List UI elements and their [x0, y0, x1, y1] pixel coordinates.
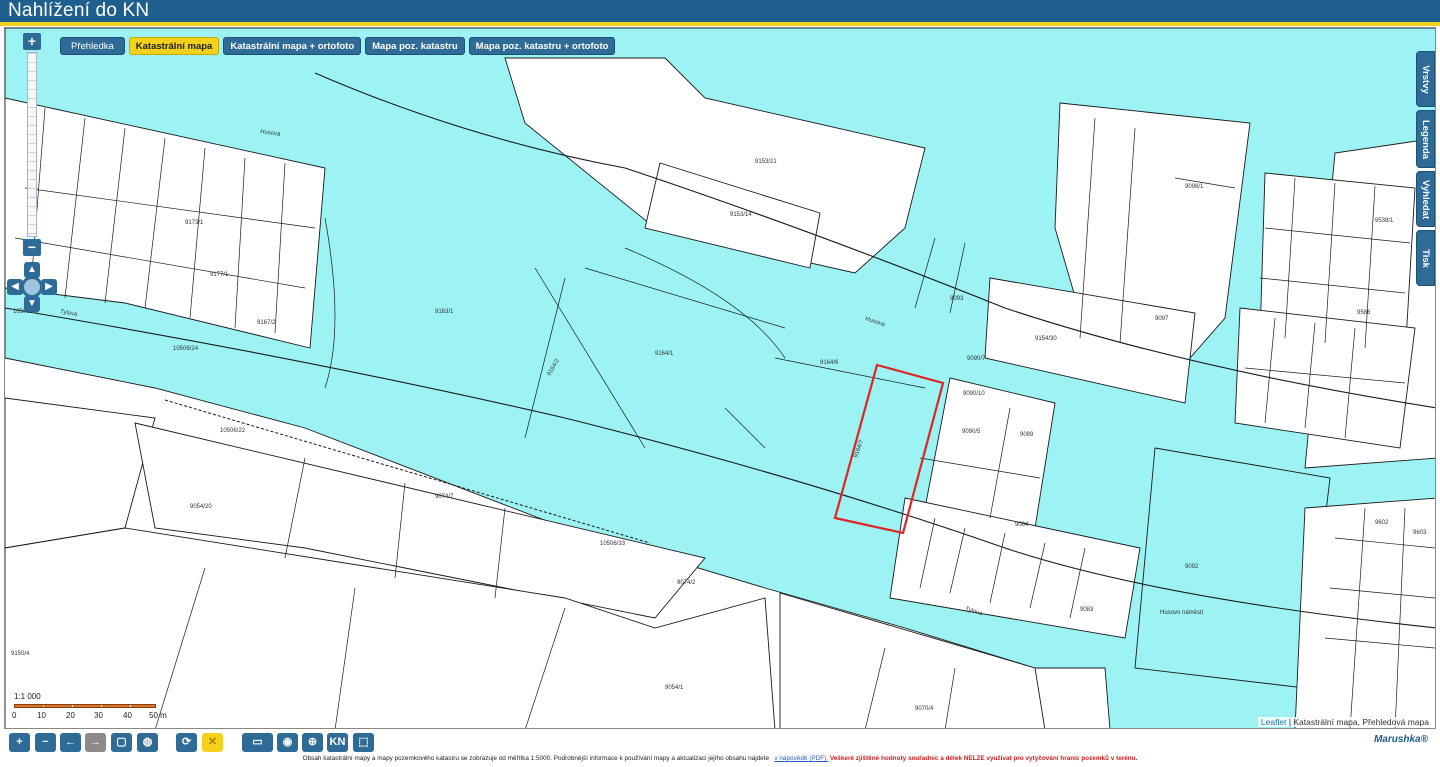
parcel-number: 9074/7	[435, 494, 454, 500]
tab-katastralni-mapa-ortofoto[interactable]: Katastrální mapa + ortofoto	[223, 37, 362, 55]
scale-label: 10	[37, 711, 46, 720]
parcel-number: 9054/20	[190, 504, 212, 510]
parcel-number: 9173/1	[185, 220, 204, 226]
app-root: Nahlížení do KN Husova Husova Tylova Tyl…	[0, 0, 1440, 767]
tab-mapa-poz-katastru-ortofoto[interactable]: Mapa poz. katastru + ortofoto	[468, 37, 616, 55]
parcel-number: 9177/1	[210, 272, 229, 278]
parcel-number: 9090/7	[967, 356, 986, 362]
parcel-number: 9538/1	[1375, 218, 1394, 224]
marushka-logo: Marushka®	[1373, 734, 1428, 745]
parcel-number: 9098/1	[1185, 184, 1204, 190]
map-attribution: Leaflet | Katastrální mapa, Přehledová m…	[1257, 717, 1432, 727]
select-area-button[interactable]: ⬚	[353, 733, 374, 752]
crosshair-button[interactable]: ⊕	[302, 733, 323, 752]
scale-label: 50 m	[149, 711, 167, 720]
parcel-number: 9602	[1375, 520, 1389, 526]
parcel-number: 9092	[1185, 564, 1199, 570]
zoom-in-button[interactable]: +	[23, 33, 41, 50]
parcel-number: 10506/22	[220, 428, 246, 434]
parcel-block-bottom-mid	[1034, 667, 1111, 728]
parcel-number: 9154/30	[1035, 336, 1057, 342]
parcel-number: 9603	[1413, 530, 1427, 536]
parcel-block-south-west	[5, 397, 156, 549]
measure-tool-button[interactable]: ▭	[242, 733, 273, 752]
zoom-slider[interactable]	[27, 52, 37, 237]
side-panel-tabs: Vrstvy Legenda Vyhledat Tisk	[1416, 51, 1435, 289]
parcel-block-east-mid	[1234, 307, 1416, 449]
parcel-number: 9090/10	[963, 391, 985, 397]
parcel-number: 9164/6	[820, 360, 839, 366]
parcel-number: 9167/2	[257, 320, 276, 326]
header-accent-stripe	[0, 22, 1440, 26]
pan-center-icon[interactable]	[21, 276, 43, 298]
zoom-out-button[interactable]: −	[23, 239, 41, 256]
parcel-number: 9054/1	[665, 685, 684, 691]
tab-tisk[interactable]: Tisk	[1416, 230, 1435, 286]
cadastral-map[interactable]: Husova Husova Tylova Tylova Husovo náměs…	[5, 28, 1436, 729]
parcel-number: 9083	[1080, 607, 1094, 613]
bottom-toolbar: + − ← → ▢ ◍ ⟳ ✕ ▭ ◉ ⊕ KN ⬚ Marushka® Obs…	[0, 729, 1440, 767]
parcel-number: 9097	[1155, 316, 1169, 322]
attribution-text: | Katastrální mapa, Přehledová mapa	[1288, 717, 1429, 727]
parcel-number: 9084	[1015, 522, 1029, 528]
parcel-number: 10506/24	[173, 346, 199, 352]
parcel-number: 9163/1	[435, 309, 454, 315]
parcel-number: 9070/4	[915, 706, 934, 712]
zoom-control: + −	[22, 33, 42, 256]
zoom-out-tool-button[interactable]: −	[35, 733, 56, 752]
leaflet-link[interactable]: Leaflet	[1261, 717, 1287, 727]
zoom-rectangle-button[interactable]: ▢	[111, 733, 132, 752]
back-arrow-button[interactable]: ←	[60, 733, 81, 752]
parcel-number: 9586	[1357, 310, 1371, 316]
pan-control: ▲ ◀ ▶ ▼	[7, 262, 57, 312]
refresh-button[interactable]: ⟳	[176, 733, 197, 752]
parcel-number: 9153/14	[730, 212, 752, 218]
pan-right-icon[interactable]: ▶	[41, 279, 57, 295]
scale-label: 20	[66, 711, 75, 720]
pan-down-icon[interactable]: ▼	[24, 296, 40, 312]
scale-label: 40	[123, 711, 132, 720]
help-pdf-link[interactable]: v nápovědě (PDF).	[774, 755, 828, 762]
kn-info-button[interactable]: KN	[327, 733, 348, 752]
forward-arrow-button[interactable]: →	[85, 733, 106, 752]
app-header: Nahlížení do KN	[0, 0, 1440, 22]
footer-notice: Obsah katastrální mapy a mapy pozemkovéh…	[0, 755, 1440, 762]
scale-label: 30	[94, 711, 103, 720]
tab-prehledka[interactable]: Přehledka	[60, 37, 125, 55]
footer-warning: Veškeré zjištěné hodnoty souřadnic a dél…	[829, 755, 1138, 762]
globe-extent-button[interactable]: ◍	[137, 733, 158, 752]
map-viewport[interactable]: Husova Husova Tylova Tylova Husovo náměs…	[4, 27, 1436, 729]
footer-text: Obsah katastrální mapy a mapy pozemkovéh…	[302, 755, 770, 762]
clear-selection-button[interactable]: ✕	[202, 733, 223, 752]
tab-legenda[interactable]: Legenda	[1416, 110, 1435, 168]
parcel-number: 9150/4	[11, 651, 30, 657]
tab-mapa-poz-katastru[interactable]: Mapa poz. katastru	[365, 37, 465, 55]
location-pin-button[interactable]: ◉	[277, 733, 298, 752]
tab-vyhledat[interactable]: Vyhledat	[1416, 171, 1435, 227]
parcel-number: 9153/21	[755, 159, 777, 165]
parcel-number: 9089	[1020, 432, 1034, 438]
parcel-number: 9164/1	[655, 351, 674, 357]
zoom-in-tool-button[interactable]: +	[9, 733, 30, 752]
parcel-number: 9093	[950, 296, 964, 302]
scale-ratio: 1:1 000	[14, 692, 41, 701]
scale-label: 0	[12, 711, 17, 720]
parcel-number: 9090/5	[962, 429, 981, 435]
tab-vrstvy[interactable]: Vrstvy	[1416, 51, 1435, 107]
parcel-number: 9074/2	[677, 580, 696, 586]
app-title: Nahlížení do KN	[8, 0, 150, 21]
map-layer-tabs: Přehledka Katastrální mapa Katastrální m…	[60, 37, 616, 55]
square-label: Husovo náměstí	[1160, 610, 1204, 616]
tab-katastralni-mapa[interactable]: Katastrální mapa	[128, 37, 220, 55]
parcel-number: 10506/33	[600, 541, 626, 547]
scale-graphic	[14, 704, 156, 708]
